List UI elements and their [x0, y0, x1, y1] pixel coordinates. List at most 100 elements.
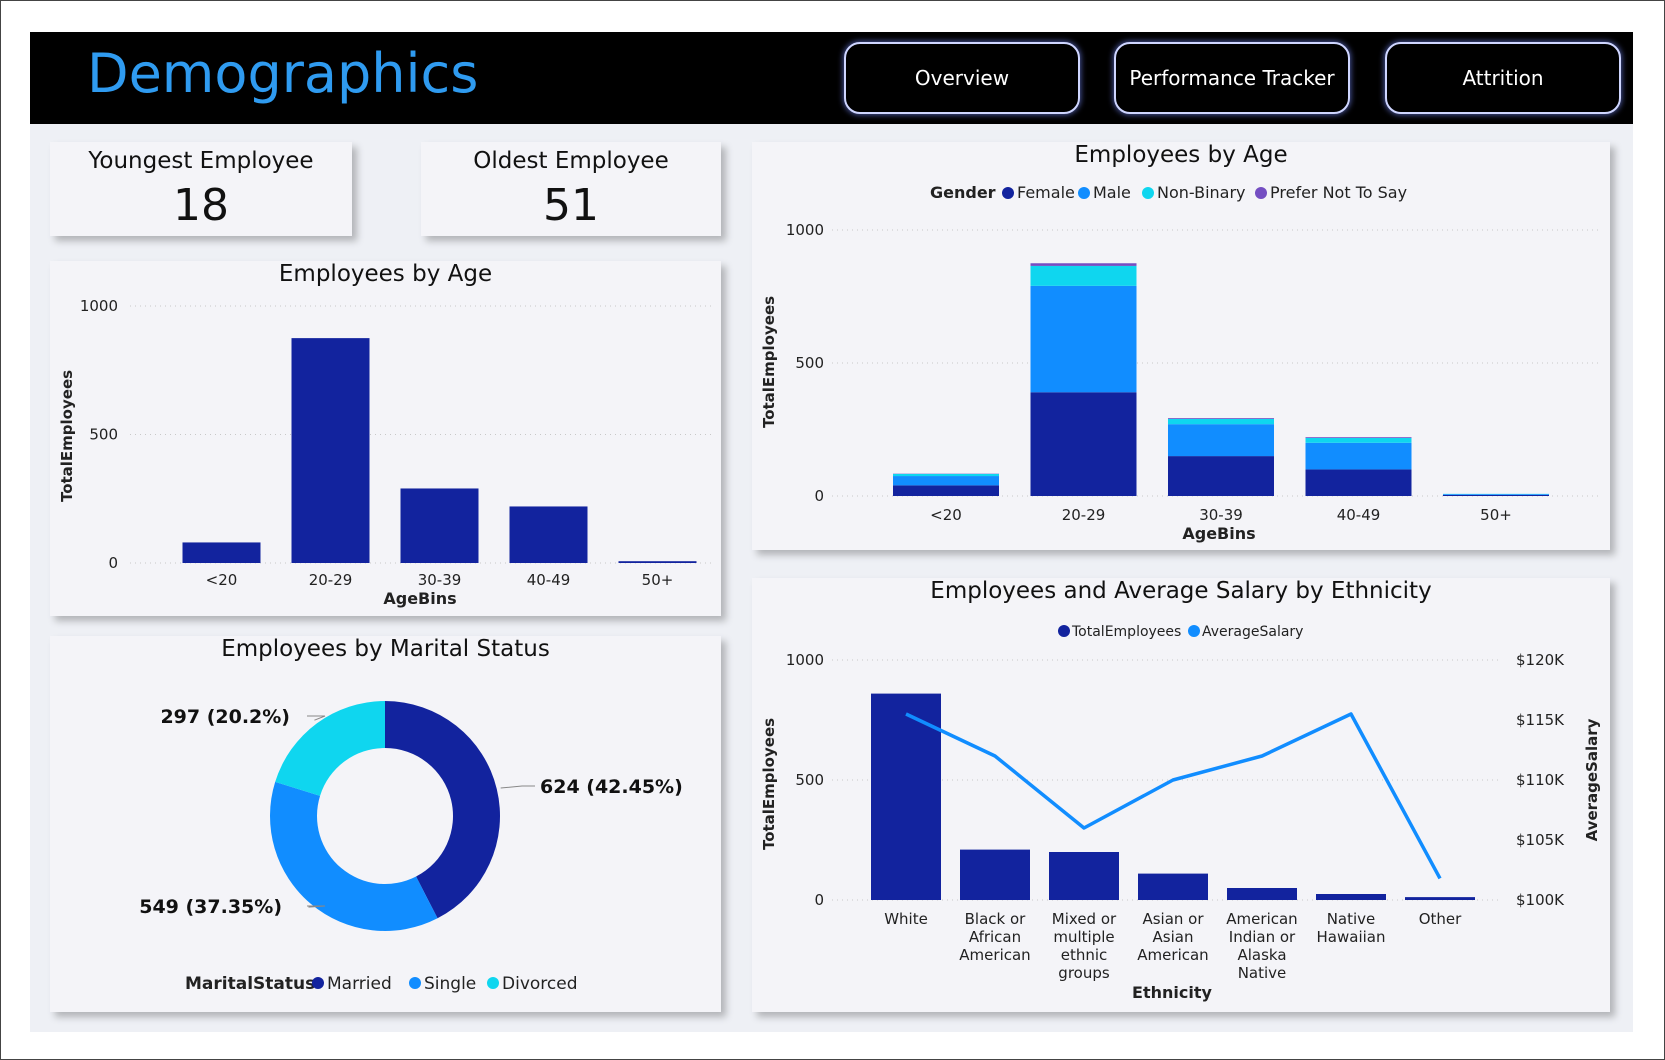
page-title: Demographics — [87, 42, 479, 105]
y2-tick-label: $115K — [1516, 711, 1565, 729]
data-label: 297 (20.2%) — [160, 706, 290, 728]
x-axis-label: AgeBins — [1182, 524, 1255, 543]
bar-segment-female — [893, 485, 999, 496]
bar-segment-female — [1168, 456, 1274, 496]
legend-label: Non-Binary — [1157, 183, 1246, 202]
legend-label: AverageSalary — [1202, 624, 1303, 640]
legend-label: Female — [1017, 183, 1075, 202]
y-tick-label: 1000 — [786, 221, 824, 239]
y2-axis-label: AverageSalary — [1583, 718, 1601, 841]
y2-tick-label: $100K — [1516, 891, 1565, 909]
nav-performance-tracker-button[interactable]: Performance Tracker — [1114, 42, 1350, 114]
employees-by-age-card[interactable]: Employees by Age 0 500 1000 <20 20-29 30-39 40… — [50, 261, 721, 616]
y-tick-label: 500 — [89, 426, 118, 444]
x-tick-label: groups — [1058, 964, 1110, 982]
x-tick-label: Indian or — [1229, 928, 1296, 946]
x-tick-label: Asian or — [1142, 910, 1204, 928]
y-tick-label: 1000 — [80, 297, 118, 315]
legend-marker-married — [312, 977, 324, 989]
bar-asian-or-asian-american — [1138, 873, 1208, 900]
x-tick-label: 50+ — [1480, 506, 1512, 524]
bar-20-29 — [291, 338, 370, 563]
y-axis-label: TotalEmployees — [760, 718, 778, 850]
legend-marker-male — [1078, 187, 1090, 199]
y2-tick-label: $105K — [1516, 831, 1565, 849]
employees-by-age-chart[interactable]: 0 500 1000 <20 20-29 30-39 40-49 50+ AgeBins Tota… — [50, 261, 721, 616]
legend-marker-prefer-not-to-say — [1255, 187, 1267, 199]
y-tick-label: 500 — [795, 771, 824, 789]
header-bar: Demographics Overview Performance Tracke… — [30, 32, 1633, 124]
bar-segment-male — [1030, 285, 1137, 393]
y-tick-label: 0 — [814, 487, 824, 505]
youngest-employee-card: Youngest Employee 18 — [50, 142, 352, 236]
bar-native-hawaiian — [1316, 894, 1386, 900]
legend-marker-single — [409, 977, 421, 989]
oldest-employee-card: Oldest Employee 51 — [421, 142, 721, 236]
bar-segment-non-binary — [1168, 418, 1274, 425]
marital-status-donut-chart[interactable]: 624 (42.45%) 549 (37.35%) 297 (20.2%) Marit… — [50, 636, 721, 1012]
bar-american-indian-or-alaska-native — [1227, 888, 1297, 900]
legend-marker-averagesalary — [1188, 625, 1200, 637]
legend-label: Married — [327, 974, 392, 994]
x-tick-label: Native — [1327, 910, 1376, 928]
slice-divorced — [275, 701, 385, 796]
employees-by-age-gender-card[interactable]: Employees by Age Gender Female Male Non-Bin… — [752, 142, 1610, 550]
bar-segment-prefer-not-to-say — [1305, 437, 1412, 439]
kpi-label: Oldest Employee — [473, 148, 669, 174]
data-label: 549 (37.35%) — [139, 896, 282, 918]
y-axis-label: TotalEmployees — [760, 296, 778, 428]
x-tick-label: African — [969, 928, 1021, 946]
x-tick-label: multiple — [1053, 928, 1114, 946]
x-tick-label: 30-39 — [1199, 506, 1243, 524]
bar-segment-non-binary — [1305, 438, 1412, 443]
legend-marker-non-binary — [1142, 187, 1154, 199]
bar-segment-female — [1305, 469, 1412, 496]
legend-label: Male — [1093, 183, 1131, 202]
x-tick-label: American — [1226, 910, 1297, 928]
data-label: 624 (42.45%) — [540, 776, 683, 798]
bar-segment-male — [893, 476, 999, 486]
x-tick-label: <20 — [930, 506, 962, 524]
bar-segment-female — [1030, 392, 1137, 496]
bar-segment-male — [1305, 442, 1412, 470]
x-tick-label: American — [1137, 946, 1208, 964]
bar-black-or-african-american — [960, 849, 1030, 900]
x-tick-label: 40-49 — [527, 571, 571, 589]
ethnicity-combo-chart[interactable]: TotalEmployees AverageSalary 0 500 1000 $100K… — [752, 578, 1610, 1012]
y-tick-label: 500 — [795, 354, 824, 372]
bar-other — [1405, 897, 1475, 900]
nav-overview-button[interactable]: Overview — [844, 42, 1080, 114]
nav-attrition-button[interactable]: Attrition — [1385, 42, 1621, 114]
bar-50+ — [618, 561, 697, 563]
marital-status-card[interactable]: Employees by Marital Status 624 (42.45%)… — [50, 636, 721, 1012]
bar-<20 — [182, 542, 261, 563]
slice-single — [270, 781, 438, 931]
x-tick-label: <20 — [206, 571, 238, 589]
x-tick-label: 40-49 — [1337, 506, 1381, 524]
bar-segment-male — [1168, 424, 1274, 457]
bar-30-39 — [400, 488, 479, 563]
x-tick-label: Black or — [965, 910, 1027, 928]
legend-label: Prefer Not To Say — [1270, 183, 1407, 202]
x-tick-label: Other — [1419, 910, 1462, 928]
x-tick-label: Native — [1238, 964, 1287, 982]
x-axis-label: AgeBins — [383, 589, 456, 608]
x-tick-label: 20-29 — [309, 571, 353, 589]
kpi-value: 51 — [543, 180, 599, 231]
x-axis-label: Ethnicity — [1132, 983, 1212, 1002]
x-tick-label: Mixed or — [1052, 910, 1117, 928]
employees-by-age-gender-chart[interactable]: Gender Female Male Non-Binary Prefer Not To … — [752, 142, 1610, 550]
kpi-label: Youngest Employee — [88, 148, 314, 174]
leader-line — [307, 715, 326, 721]
legend-marker-totalemployees — [1058, 625, 1070, 637]
x-tick-label: Hawaiian — [1317, 928, 1386, 946]
bar-segment-female — [1443, 494, 1549, 496]
x-tick-label: 30-39 — [418, 571, 462, 589]
y2-tick-label: $120K — [1516, 651, 1565, 669]
bar-mixed-or-multiple-ethnic-groups — [1049, 852, 1119, 900]
ethnicity-card[interactable]: Employees and Average Salary by Ethnicit… — [752, 578, 1610, 1012]
x-tick-label: American — [959, 946, 1030, 964]
x-tick-label: Alaska — [1237, 946, 1286, 964]
x-tick-label: 50+ — [642, 571, 674, 589]
leader-line — [500, 785, 535, 789]
